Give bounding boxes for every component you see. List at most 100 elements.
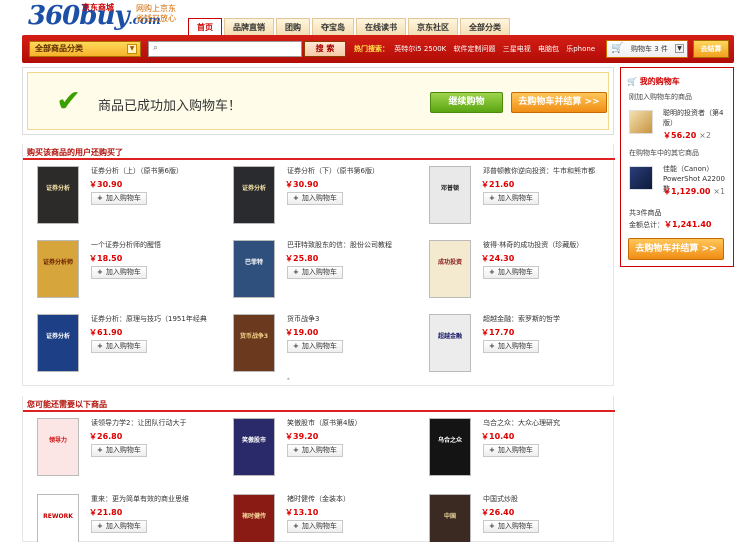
product-name[interactable]: 乌合之众：大众心理研究 [483, 418, 603, 428]
product-name[interactable]: 证券分析（下）（原书第6版） [287, 166, 407, 176]
nav-read[interactable]: 在线读书 [356, 18, 406, 35]
add-to-cart-label: 加入购物车 [301, 342, 337, 350]
product-name[interactable]: 证券分析：原理与技巧（1951年经典 [91, 314, 211, 324]
product-cover[interactable]: 证券分析 [37, 166, 79, 224]
cart-item-name[interactable]: 聪明的投资者（第4版） [663, 108, 731, 128]
product-price: ￥17.70 [481, 328, 515, 337]
cart-item-thumbnail[interactable] [629, 110, 653, 134]
product-name[interactable]: 证券分析（上）（原书第6版） [91, 166, 211, 176]
add-to-cart-button[interactable]: + 加入购物车 [91, 266, 147, 279]
cover-title: 中国 [443, 513, 456, 520]
add-to-cart-button[interactable]: + 加入购物车 [91, 192, 147, 205]
search-input[interactable]: ⌕ [148, 41, 302, 57]
product-name[interactable]: 彼得·林奇的成功投资（珍藏版） [483, 240, 603, 250]
cart-item-price-value: ￥1,129.00 [663, 187, 711, 196]
product-price: ￥26.80 [89, 432, 123, 441]
product-cover[interactable]: 巴菲特 [233, 240, 275, 298]
also-bought-section: 购买该商品的用户还购买了 证券分析 证券分析（上）（原书第6版） ￥30.90 + 加入… [22, 144, 615, 386]
product-card: 证券分析 证券分析：原理与技巧（1951年经典 ￥61.90 + 加入购物车 [23, 314, 213, 386]
product-price: ￥39.20 [285, 432, 319, 441]
product-cover[interactable]: 成功投资 [429, 240, 471, 298]
product-name[interactable]: 读领导力学2：让团队行动大于 [91, 418, 211, 428]
add-to-cart-button[interactable]: + 加入购物车 [483, 340, 539, 353]
add-to-cart-button[interactable]: + 加入购物车 [287, 444, 343, 457]
product-card: 证券分析师 一个证券分析师的醒悟 ￥18.50 + 加入购物车 [23, 240, 213, 312]
product-name[interactable]: 笑傲股市（原书第4版） [287, 418, 407, 428]
hot-term[interactable]: 电脑包 [538, 45, 559, 53]
cover-title: 成功投资 [437, 259, 462, 266]
cover-title: 笑傲股市 [241, 437, 266, 444]
add-to-cart-button[interactable]: + 加入购物车 [483, 266, 539, 279]
product-cover[interactable]: 超越金融 [429, 314, 471, 372]
product-cover[interactable]: 领导力 [37, 418, 79, 476]
nav-brand[interactable]: 品牌直销 [224, 18, 274, 35]
add-to-cart-label: 加入购物车 [301, 446, 337, 454]
add-to-cart-button[interactable]: + 加入购物车 [483, 444, 539, 457]
search-button[interactable]: 搜 索 [304, 41, 346, 57]
product-name[interactable]: 超越金融：索罗斯的哲学 [483, 314, 603, 324]
hot-term[interactable]: 三星电视 [503, 45, 531, 53]
add-to-cart-button[interactable]: + 加入购物车 [287, 340, 343, 353]
plus-icon: + [293, 446, 299, 454]
product-name[interactable]: 一个证券分析师的醒悟 [91, 240, 211, 250]
product-cover[interactable]: 乌合之众 [429, 418, 471, 476]
section-title: 购买该商品的用户还购买了 [27, 148, 123, 157]
main-nav: 首页 品牌直销 团购 夺宝岛 在线读书 京东社区 全部分类 [188, 18, 512, 35]
success-message: 商品已成功加入购物车！ [98, 99, 242, 114]
add-to-cart-button[interactable]: + 加入购物车 [483, 192, 539, 205]
product-cover[interactable]: 证券分析师 [37, 240, 79, 298]
go-to-cart-button[interactable]: 去购物车并结算 >> [511, 92, 607, 113]
product-cover[interactable]: 中国 [429, 494, 471, 542]
hot-term[interactable]: 英特尔i5 2500K [394, 45, 446, 53]
product-cover[interactable]: 证券分析 [233, 166, 275, 224]
nav-treasure[interactable]: 夺宝岛 [312, 18, 354, 35]
product-name[interactable]: 重来：更为简单有效的商业思维 [91, 494, 211, 504]
cart-item-thumbnail[interactable] [629, 166, 653, 190]
product-card: 证券分析 证券分析（下）（原书第6版） ￥30.90 + 加入购物车 [219, 166, 409, 238]
product-price: ￥21.80 [89, 508, 123, 517]
nav-group-buy[interactable]: 团购 [276, 18, 310, 35]
nav-community[interactable]: 京东社区 [408, 18, 458, 35]
product-name[interactable]: 货币战争3 [287, 314, 407, 324]
product-cover[interactable]: 褚时健传 [233, 494, 275, 542]
product-price: ￥18.50 [89, 254, 123, 263]
add-to-cart-button[interactable]: + 加入购物车 [91, 444, 147, 457]
add-to-cart-button[interactable]: + 加入购物车 [287, 520, 343, 533]
hot-term[interactable]: 乐phone [566, 45, 595, 53]
add-to-cart-label: 加入购物车 [105, 268, 141, 276]
chevron-down-icon: ▼ [675, 44, 684, 53]
plus-icon: + [293, 342, 299, 350]
product-price: ￥30.90 [89, 180, 123, 189]
add-to-cart-button[interactable]: + 加入购物车 [287, 192, 343, 205]
add-to-cart-button[interactable]: + 加入购物车 [91, 520, 147, 533]
header-cart-button[interactable]: 🛒 购物车 3 件 ▼ [606, 40, 688, 58]
product-cover[interactable]: 笑傲股市 [233, 418, 275, 476]
product-cover[interactable]: 证券分析 [37, 314, 79, 372]
nav-all[interactable]: 全部分类 [460, 18, 510, 35]
product-name[interactable]: 中国式炒股 [483, 494, 603, 504]
product-name[interactable]: 巴菲特致股东的信：股份公司教程 [287, 240, 407, 250]
add-to-cart-button[interactable]: + 加入购物车 [287, 266, 343, 279]
plus-icon: + [489, 268, 495, 276]
cover-title: 证券分析 [45, 333, 70, 340]
section-header: 购买该商品的用户还购买了 [23, 144, 615, 160]
product-price: ￥21.60 [481, 180, 515, 189]
cover-title: 褚时健传 [241, 513, 266, 520]
product-name[interactable]: 褚时健传（金装本） [287, 494, 407, 504]
continue-shopping-button[interactable]: 继续购物 [430, 92, 503, 113]
nav-home[interactable]: 首页 [188, 18, 222, 35]
mini-cart-pay-button[interactable]: 去购物车并结算 >> [628, 238, 724, 260]
category-dropdown[interactable]: 全部商品分类 ▼ [29, 41, 141, 57]
product-price: ￥10.40 [481, 432, 515, 441]
add-to-cart-label: 加入购物车 [105, 446, 141, 454]
product-cover[interactable]: REWORK [37, 494, 79, 542]
product-price: ￥24.30 [481, 254, 515, 263]
header-checkout-button[interactable]: 去结算 [693, 40, 729, 58]
hot-term[interactable]: 软件定制问题 [454, 45, 496, 53]
product-cover[interactable]: 邓普顿 [429, 166, 471, 224]
product-cover[interactable]: 货币战争3 [233, 314, 275, 372]
add-to-cart-button[interactable]: + 加入购物车 [483, 520, 539, 533]
cart-total: 共3件商品 金额总计：￥1,241.40 [629, 208, 711, 231]
add-to-cart-button[interactable]: + 加入购物车 [91, 340, 147, 353]
product-name[interactable]: 邓普顿教你逆向投资：牛市和熊市都 [483, 166, 603, 176]
